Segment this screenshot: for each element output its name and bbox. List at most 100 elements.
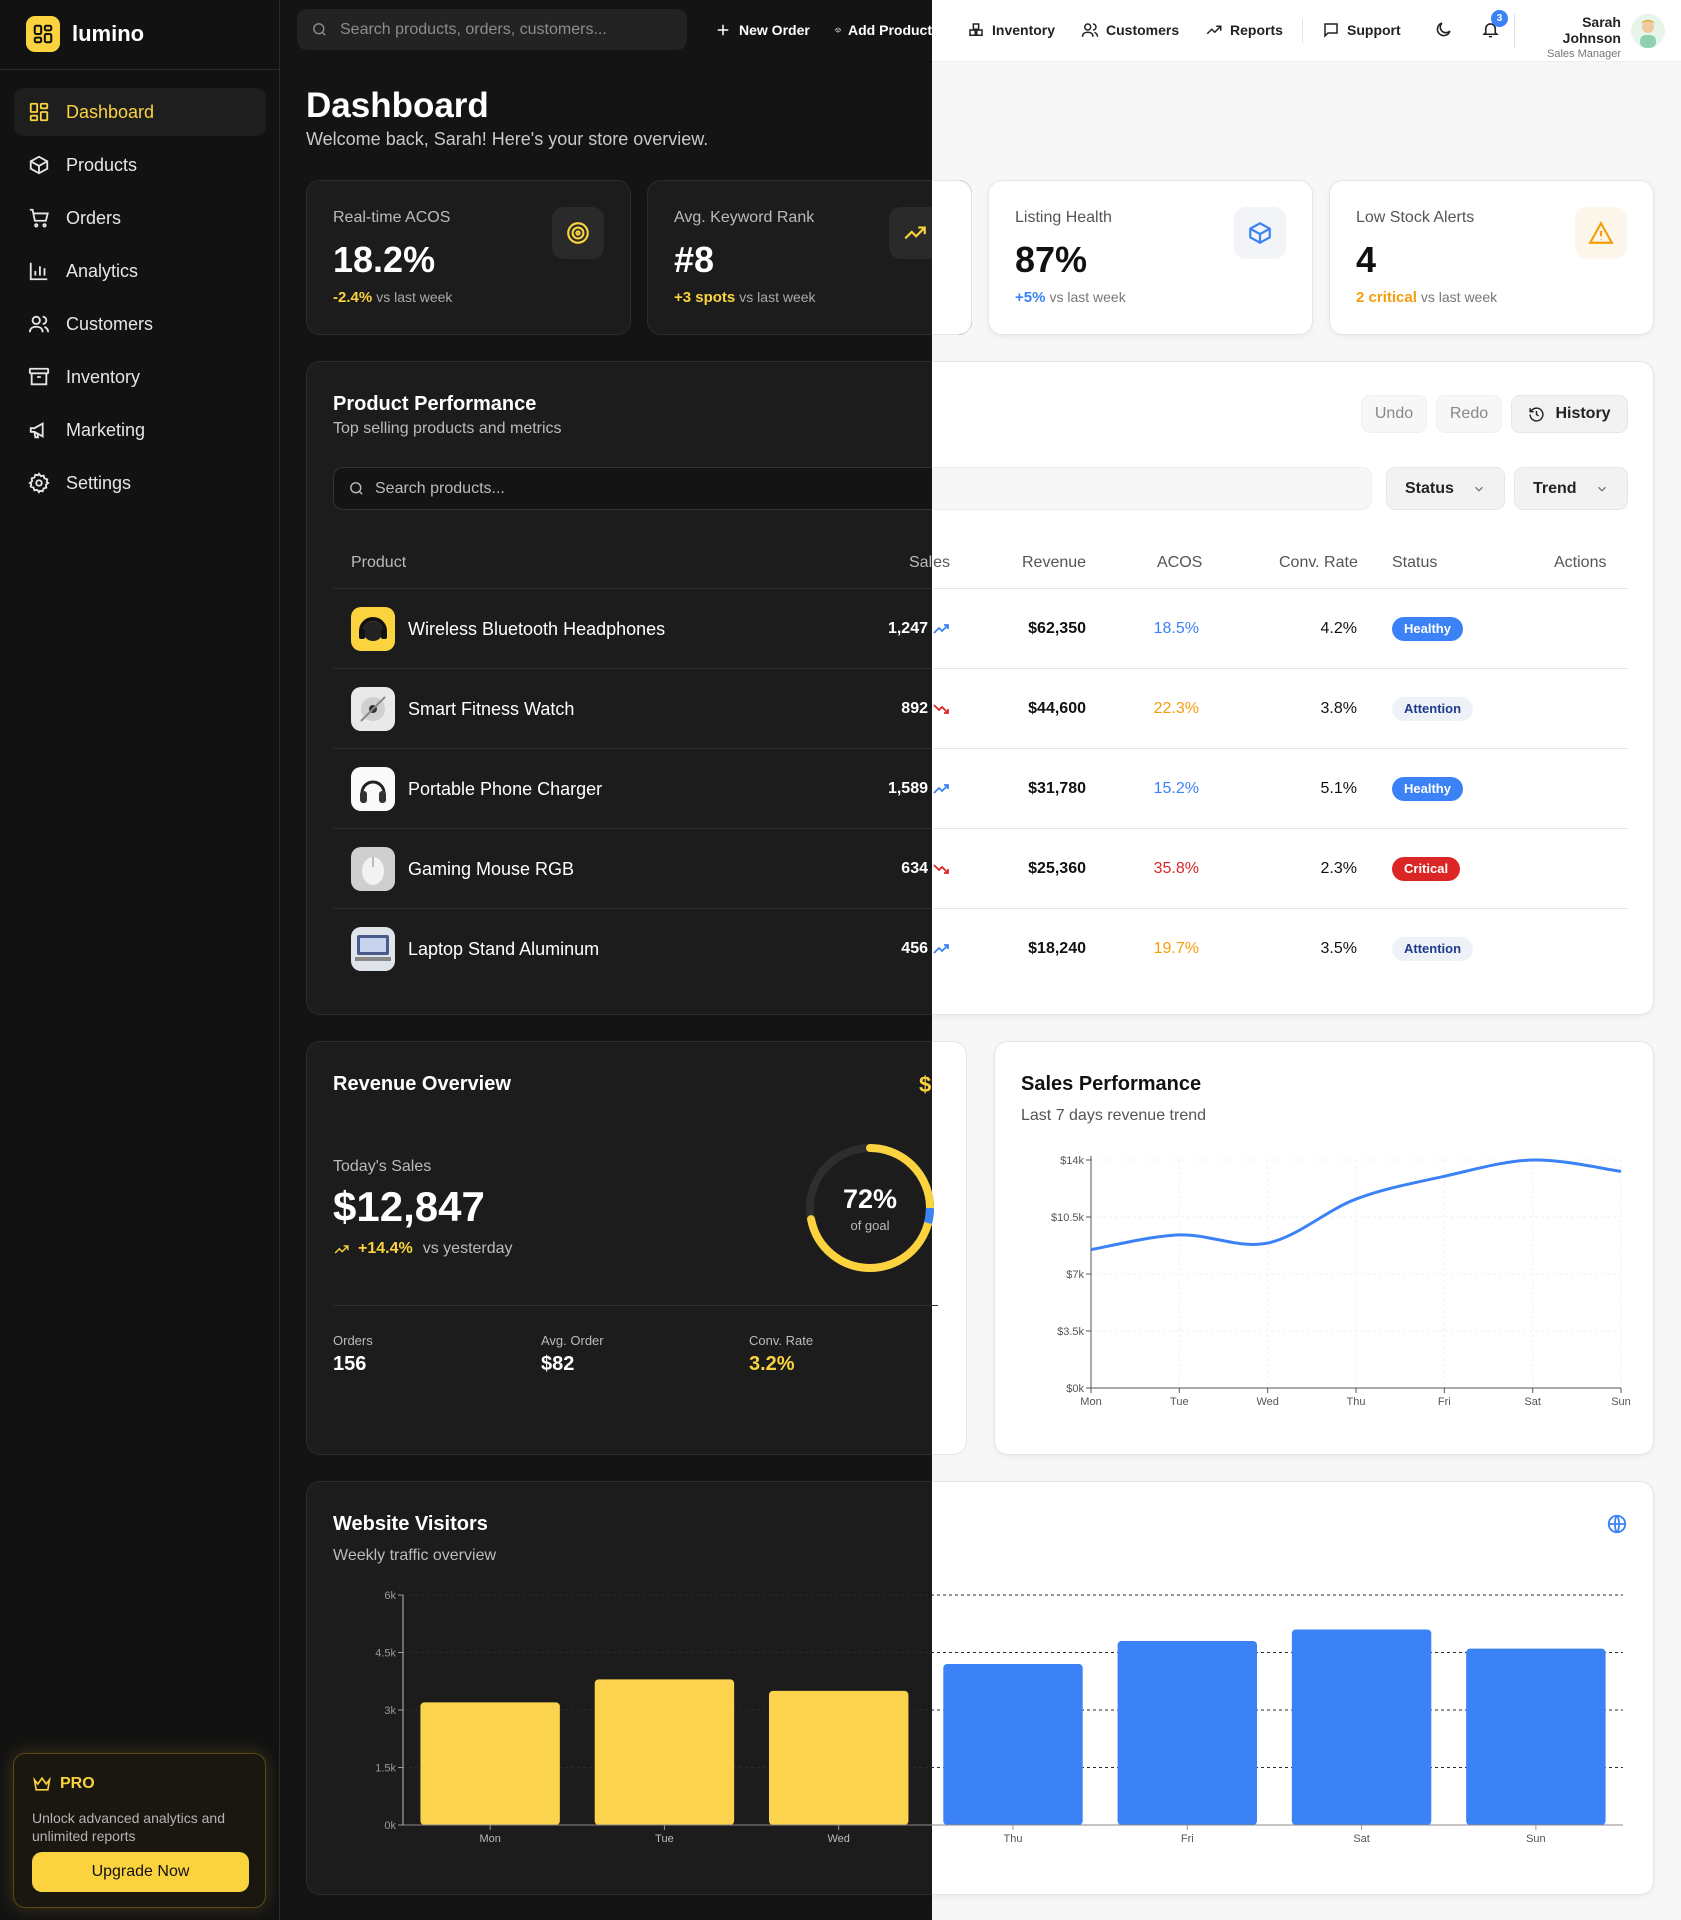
sales-chart-title: Sales Performance <box>1021 1073 1202 1095</box>
revenue-divider <box>333 1305 938 1306</box>
visitor-bar <box>769 1690 909 1825</box>
product-name[interactable]: Wireless Bluetooth Headphones <box>408 618 665 640</box>
brand-logo[interactable]: lumino <box>26 16 144 52</box>
sidebar-item-inventory[interactable]: Inventory <box>14 353 266 401</box>
trend-filter-select[interactable]: Trend <box>1514 467 1628 510</box>
stat-card-low-stock: Low Stock Alerts 4 2 critical vs last wee… <box>1329 180 1654 335</box>
x-tick-label: Thu <box>1347 1396 1366 1408</box>
status-filter-select[interactable]: Status <box>1386 467 1505 510</box>
row-divider <box>333 668 1628 669</box>
sidebar-item-customers[interactable]: Customers <box>14 300 266 348</box>
inventory-link[interactable]: Inventory <box>967 19 1055 41</box>
search-placeholder: Search products, orders, customers... <box>340 20 607 38</box>
stat-value: 18.2% <box>333 239 436 280</box>
product-sales: 634 <box>901 860 928 877</box>
moon-icon <box>1436 22 1451 37</box>
support-label: Support <box>1347 22 1401 38</box>
status-badge: Healthy <box>1392 777 1463 801</box>
trending-up-icon <box>1206 25 1222 35</box>
product-name[interactable]: Portable Phone Charger <box>408 778 602 800</box>
x-tick-label: Sun <box>1526 1833 1546 1845</box>
users-icon <box>28 315 50 333</box>
column-header-acos[interactable]: ACOS <box>1157 554 1202 572</box>
undo-button[interactable]: Undo <box>1361 395 1427 433</box>
product-sales: 1,589 <box>887 780 928 797</box>
user-menu[interactable]: Sarah Johnson Sales Manager <box>1526 14 1621 60</box>
stat-change: +3 spots vs last week <box>674 289 816 306</box>
product-thumbnail <box>351 687 395 731</box>
sidebar-item-marketing[interactable]: Marketing <box>14 406 266 454</box>
stat-label: Avg. Keyword Rank <box>674 209 815 226</box>
column-header-product[interactable]: Product <box>351 554 406 572</box>
stat-change: 2 critical vs last week <box>1356 289 1497 306</box>
topbar-divider <box>1302 19 1303 43</box>
cart-icon <box>29 208 49 228</box>
product-thumbnail <box>351 847 395 891</box>
pro-title-text: PRO <box>60 1775 95 1792</box>
column-header-revenue[interactable]: Revenue <box>1022 554 1086 572</box>
notifications-button[interactable]: 3 <box>1481 10 1508 39</box>
add-product-link[interactable]: Add Product <box>835 19 932 41</box>
product-conv-rate: 2.3% <box>1320 860 1357 877</box>
avatar[interactable] <box>1631 14 1665 48</box>
metric-label: Avg. Order <box>541 1333 604 1348</box>
sales-line-chart: $0k $3.5k $7k $10.5k $14k Mon Tue Wed Thu Fri Sat S… <box>1051 1155 1631 1408</box>
stat-card-acos: Real-time ACOS 18.2% -2.4% vs last week <box>306 180 631 335</box>
new-order-link[interactable]: New Order <box>714 19 810 41</box>
gear-icon <box>28 472 50 494</box>
sidebar-item-label: Orders <box>66 207 122 228</box>
revenue-title: Revenue Overview <box>333 1073 511 1095</box>
sidebar-item-dashboard[interactable]: Dashboard <box>14 88 266 136</box>
product-name[interactable]: Smart Fitness Watch <box>408 698 574 720</box>
column-header-actions: Actions <box>1554 554 1607 571</box>
visitor-bar <box>420 1702 560 1825</box>
sales-chart-subtitle: Last 7 days revenue trend <box>1021 1107 1207 1124</box>
customers-link[interactable]: Customers <box>1081 19 1179 41</box>
reports-label: Reports <box>1230 22 1283 38</box>
metric-avg-order: Avg. Order $82 <box>541 1333 604 1376</box>
visitor-bar <box>594 1679 735 1825</box>
support-link[interactable]: Support <box>1322 19 1401 41</box>
sidebar-item-settings[interactable]: Settings <box>14 459 266 507</box>
metric-value: 156 <box>333 1353 367 1375</box>
status-badge: Attention <box>1392 937 1474 961</box>
sidebar-item-label: Marketing <box>66 419 146 440</box>
product-sales: 892 <box>901 700 928 717</box>
global-search-input[interactable]: Search products, orders, customers... <box>297 9 687 50</box>
product-search-input-light[interactable] <box>932 467 1372 510</box>
status-badge: Healthy <box>1392 617 1463 641</box>
users-icon <box>1081 23 1099 37</box>
performance-title: Product Performance <box>333 393 537 415</box>
row-divider <box>333 828 1628 829</box>
stat-value: #8 <box>674 239 715 280</box>
product-name[interactable]: Gaming Mouse RGB <box>408 858 574 880</box>
sidebar-item-products[interactable]: Products <box>14 141 266 189</box>
x-tick-label: Fri <box>1181 1833 1194 1845</box>
megaphone-icon <box>29 422 44 439</box>
product-revenue: $44,600 <box>1028 700 1086 717</box>
search-icon <box>313 23 326 36</box>
sidebar-item-orders[interactable]: Orders <box>14 194 266 242</box>
theme-toggle[interactable] <box>1434 20 1453 39</box>
sidebar-item-label: Customers <box>66 313 154 334</box>
sidebar-nav: Dashboard Products Orders Analytics Cust… <box>14 88 266 512</box>
sidebar-item-analytics[interactable]: Analytics <box>14 247 266 295</box>
redo-button[interactable]: Redo <box>1436 395 1502 433</box>
reports-link[interactable]: Reports <box>1205 19 1283 41</box>
metric-orders: Orders 156 <box>333 1333 373 1376</box>
history-button[interactable]: History <box>1511 395 1628 433</box>
product-conv-rate: 4.2% <box>1320 620 1357 637</box>
y-tick-label: 4.5k <box>375 1648 396 1660</box>
product-search-input[interactable]: Search products... <box>333 467 932 510</box>
column-header-conv-rate[interactable]: Conv. Rate <box>1279 554 1358 572</box>
stat-change-value: -2.4% <box>333 289 373 306</box>
upgrade-now-button[interactable]: Upgrade Now <box>32 1852 249 1892</box>
product-name[interactable]: Laptop Stand Aluminum <box>408 938 599 960</box>
product-performance-card <box>306 361 946 1015</box>
metric-value: $82 <box>541 1353 575 1375</box>
customers-label: Customers <box>1106 22 1180 38</box>
column-header-status[interactable]: Status <box>1392 554 1437 572</box>
y-tick-label: $10.5k <box>1051 1212 1085 1224</box>
x-tick-label: Wed <box>1256 1396 1278 1408</box>
goal-label: of goal <box>850 1218 890 1233</box>
